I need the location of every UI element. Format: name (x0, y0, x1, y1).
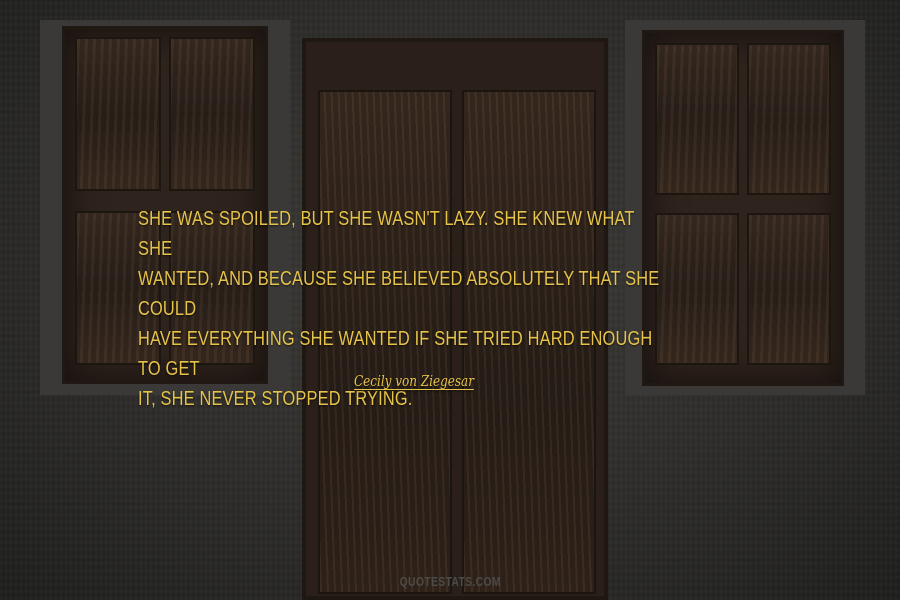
author-link[interactable]: Cecily von Ziegesar (354, 372, 474, 390)
quote-line: it, she never stopped trying. (138, 388, 413, 410)
watermark: QUOTESTATS.COM (0, 574, 900, 589)
right-shutter (642, 30, 844, 386)
watermark-text: QUOTESTATS.COM (399, 574, 501, 589)
quote-line: She was spoiled, but she wasn't lazy. Sh… (138, 208, 635, 260)
quote-image: She was spoiled, but she wasn't lazy. Sh… (0, 0, 900, 600)
quote-line: wanted, and because she believed absolut… (138, 268, 660, 320)
